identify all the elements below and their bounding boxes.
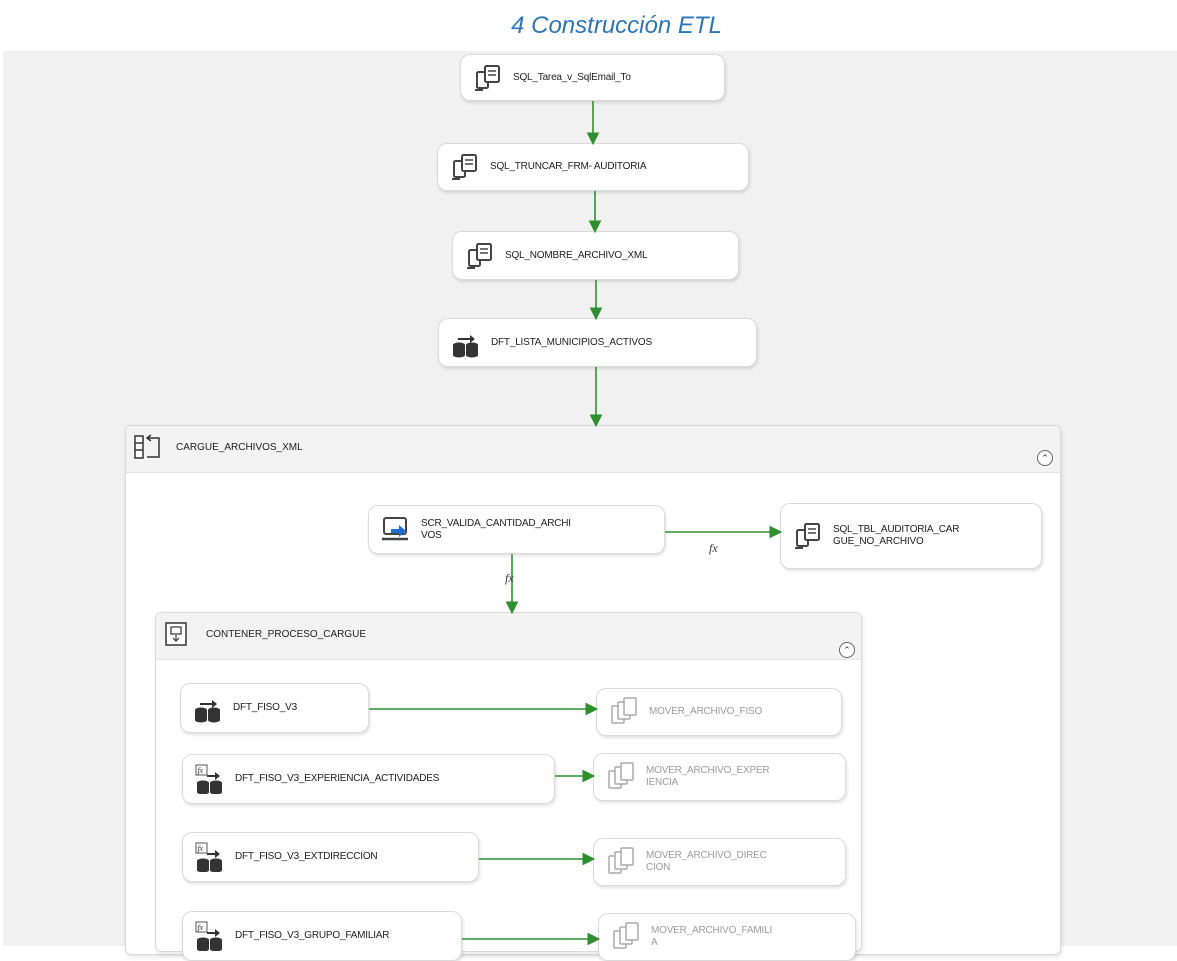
- task-label: MOVER_ARCHIVO_EXPER IENCIA: [646, 765, 770, 788]
- task-dft-extdireccion[interactable]: DFT_FISO_V3_EXTDIRECCION: [182, 832, 479, 882]
- collapse-button[interactable]: ⌃: [839, 642, 855, 658]
- task-label: SQL_TRUNCAR_FRM- AUDITORIA: [490, 161, 647, 172]
- task-label: SQL_NOMBRE_ARCHIVO_XML: [505, 249, 648, 261]
- task-mover-archivo-experiencia[interactable]: MOVER_ARCHIVO_EXPER IENCIA: [593, 753, 846, 801]
- task-label: DFT_FISO_V3_GRUPO_FAMILIAR: [235, 930, 390, 941]
- task-sql-nombre-archivo[interactable]: SQL_NOMBRE_ARCHIVO_XML: [452, 231, 739, 280]
- task-dft-fiso[interactable]: DFT_FISO_V3: [180, 683, 369, 733]
- task-scr-valida-cantidad[interactable]: SCR_VALIDA_CANTIDAD_ARCHI VOS: [368, 505, 665, 554]
- task-label: DFT_FISO_V3_EXTDIRECCION: [235, 851, 378, 862]
- foreach-loop-icon: [134, 434, 160, 459]
- sequence-container-icon: [165, 622, 187, 646]
- task-dft-lista-municipios[interactable]: DFT_LISTA_MUNICIPIOS_ACTIVOS: [438, 318, 757, 367]
- figure-caption: 4 Construcción ETL: [511, 12, 722, 39]
- task-label: SQL_Tarea_v_SqlEmail_To: [513, 71, 631, 83]
- data-flow-fx-icon: [195, 842, 223, 872]
- task-dft-experiencia[interactable]: DFT_FISO_V3_EXPERIENCIA_ACTIVIDADES: [182, 754, 555, 804]
- task-dft-grupo-familiar[interactable]: DFT_FISO_V3_GRUPO_FAMILIAR: [182, 911, 462, 961]
- task-label: DFT_FISO_V3_EXPERIENCIA_ACTIVIDADES: [235, 773, 440, 784]
- data-flow-fx-icon: [195, 764, 223, 794]
- file-system-icon: [608, 847, 634, 874]
- file-system-icon: [611, 697, 637, 724]
- task-sql-tarea-email[interactable]: SQL_Tarea_v_SqlEmail_To: [460, 54, 725, 101]
- file-system-icon: [613, 922, 639, 949]
- container-title: CARGUE_ARCHIVOS_XML: [176, 442, 303, 453]
- task-label: MOVER_ARCHIVO_FAMILI A: [651, 925, 773, 948]
- task-label: MOVER_ARCHIVO_DIREC CION: [646, 850, 767, 873]
- task-mover-archivo-direccion[interactable]: MOVER_ARCHIVO_DIREC CION: [593, 838, 846, 886]
- container-title: CONTENER_PROCESO_CARGUE: [206, 629, 367, 640]
- collapse-button[interactable]: ⌃: [1037, 450, 1053, 466]
- file-system-icon: [608, 762, 634, 789]
- task-mover-archivo-fiso[interactable]: MOVER_ARCHIVO_FISO: [596, 688, 842, 736]
- task-sql-truncar-auditoria[interactable]: SQL_TRUNCAR_FRM- AUDITORIA: [437, 143, 749, 191]
- task-mover-archivo-familia[interactable]: MOVER_ARCHIVO_FAMILI A: [598, 913, 856, 961]
- task-label: MOVER_ARCHIVO_FISO: [649, 706, 763, 717]
- execute-sql-icon: [474, 64, 500, 91]
- task-label: SCR_VALIDA_CANTIDAD_ARCHI VOS: [421, 517, 571, 541]
- data-flow-fx-icon: [195, 921, 223, 951]
- task-label: DFT_LISTA_MUNICIPIOS_ACTIVOS: [491, 336, 652, 348]
- execute-sql-icon: [451, 154, 477, 180]
- data-flow-icon: [453, 334, 478, 357]
- task-label: SQL_TBL_AUDITORIA_CAR GUE_NO_ARCHIVO: [833, 524, 960, 547]
- task-label: DFT_FISO_V3: [233, 702, 297, 713]
- task-sql-tbl-auditoria[interactable]: SQL_TBL_AUDITORIA_CAR GUE_NO_ARCHIVO: [780, 503, 1042, 569]
- execute-sql-icon: [794, 523, 820, 549]
- script-task-icon: [381, 516, 410, 540]
- data-flow-icon: [195, 700, 220, 723]
- execute-sql-icon: [466, 242, 492, 269]
